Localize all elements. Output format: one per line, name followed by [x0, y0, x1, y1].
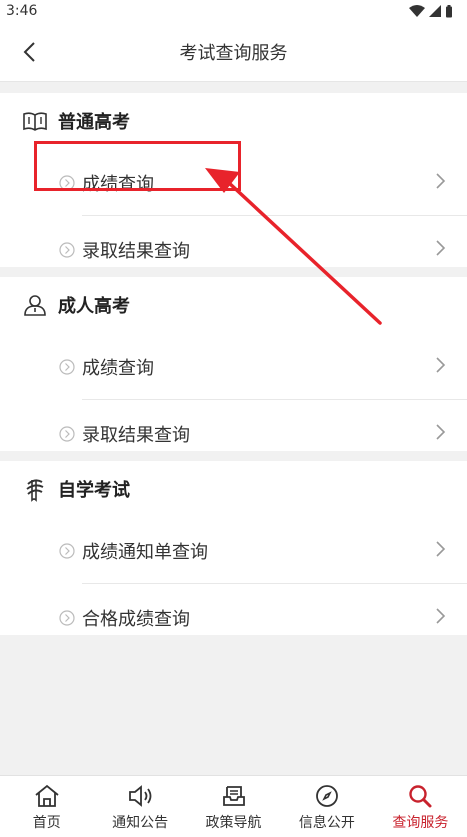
- chevron-right-icon: [436, 424, 446, 440]
- status-bar: 3:46: [0, 0, 467, 22]
- section-title: 自学考试: [58, 480, 130, 501]
- section-gaokao: 普通高考 成绩查询 录取结果查询: [0, 93, 467, 267]
- section-header: 普通高考: [0, 93, 467, 149]
- chevron-right-icon: [436, 173, 446, 189]
- list-item-score-query[interactable]: 成绩查询: [0, 149, 467, 216]
- section-adult-exam: 成人高考 成绩查询 录取结果查询: [0, 277, 467, 451]
- page-title: 考试查询服务: [179, 42, 288, 64]
- section-header: 自学考试: [0, 461, 467, 517]
- chevron-right-icon: [436, 541, 446, 557]
- tab-home[interactable]: 首页: [0, 776, 93, 837]
- circle-chevron-icon: [58, 425, 76, 443]
- item-label: 录取结果查询: [82, 240, 190, 262]
- chevron-right-icon: [436, 357, 446, 373]
- status-icons: [409, 4, 453, 18]
- signal-icon: [429, 5, 441, 17]
- bottom-tab-bar: 首页 通知公告 政策导航 信息公开 查询服务: [0, 775, 467, 837]
- tab-label: 政策导航: [205, 814, 262, 831]
- circle-chevron-icon: [58, 609, 76, 627]
- chevron-left-icon: [23, 42, 35, 62]
- list-item-pass-score-query[interactable]: 合格成绩查询: [0, 584, 467, 651]
- back-button[interactable]: [14, 36, 44, 68]
- list-item-score-query[interactable]: 成绩查询: [0, 333, 467, 400]
- scroll-icon: [22, 476, 48, 502]
- tab-label: 查询服务: [392, 814, 449, 831]
- item-label: 成绩查询: [82, 173, 154, 195]
- compass-icon: [313, 782, 341, 810]
- status-time: 3:46: [6, 3, 38, 19]
- tab-notices[interactable]: 通知公告: [93, 776, 186, 837]
- book-icon: [22, 108, 48, 134]
- search-icon: [406, 782, 434, 810]
- item-label: 成绩通知单查询: [82, 541, 208, 563]
- circle-chevron-icon: [58, 542, 76, 560]
- nav-header: 考试查询服务: [0, 22, 467, 82]
- home-icon: [33, 782, 61, 810]
- circle-chevron-icon: [58, 241, 76, 259]
- item-label: 成绩查询: [82, 357, 154, 379]
- chevron-right-icon: [436, 240, 446, 256]
- item-label: 录取结果查询: [82, 424, 190, 446]
- item-label: 合格成绩查询: [82, 608, 190, 630]
- list-item-score-notice-query[interactable]: 成绩通知单查询: [0, 517, 467, 584]
- section-header: 成人高考: [0, 277, 467, 333]
- list-item-admission-query[interactable]: 录取结果查询: [0, 400, 467, 467]
- tab-label: 信息公开: [298, 814, 355, 831]
- circle-chevron-icon: [58, 174, 76, 192]
- wifi-icon: [409, 5, 425, 17]
- section-title: 普通高考: [58, 112, 130, 133]
- tab-query-service[interactable]: 查询服务: [374, 776, 467, 837]
- chevron-right-icon: [436, 608, 446, 624]
- section-title: 成人高考: [58, 296, 130, 317]
- speaker-icon: [126, 782, 154, 810]
- person-icon: [22, 292, 48, 318]
- circle-chevron-icon: [58, 358, 76, 376]
- battery-icon: [446, 4, 452, 17]
- inbox-icon: [220, 782, 248, 810]
- section-self-study-exam: 自学考试 成绩通知单查询 合格成绩查询: [0, 461, 467, 635]
- tab-info[interactable]: 信息公开: [280, 776, 373, 837]
- tab-policy[interactable]: 政策导航: [187, 776, 280, 837]
- tab-label: 首页: [32, 814, 61, 831]
- tab-label: 通知公告: [112, 814, 169, 831]
- list-item-admission-query[interactable]: 录取结果查询: [0, 216, 467, 283]
